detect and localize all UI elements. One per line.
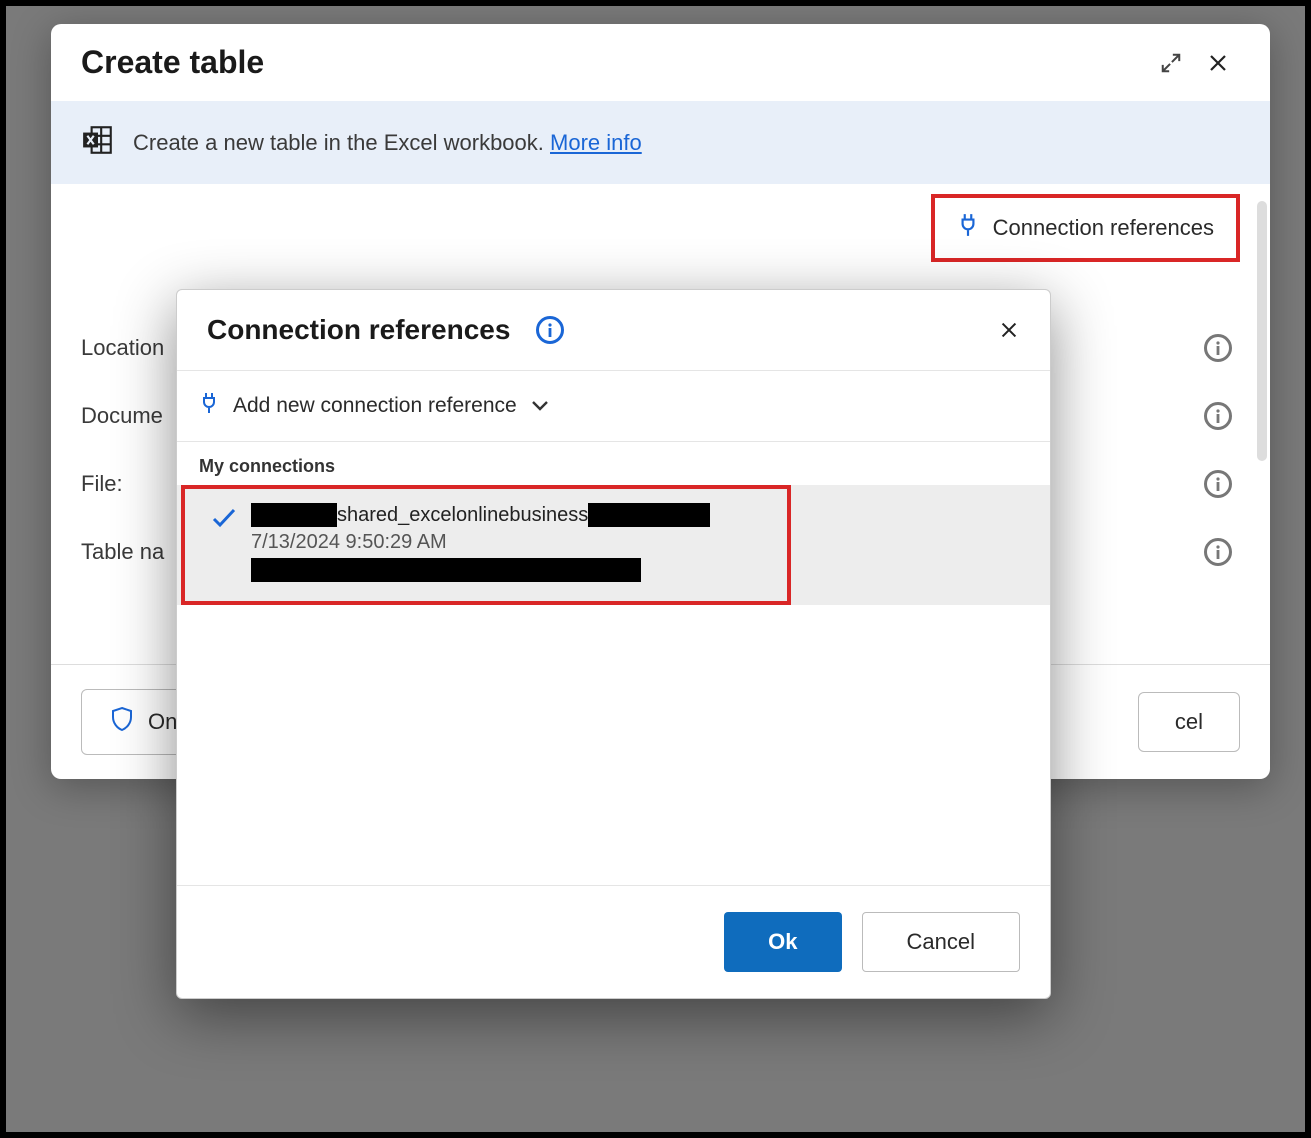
ok-button[interactable]: Ok [724, 912, 841, 972]
redacted-block [588, 503, 710, 527]
cancel-button-partial[interactable]: cel [1138, 692, 1240, 752]
popup-footer: Ok Cancel [177, 885, 1050, 998]
popup-title: Connection references [207, 314, 510, 346]
connection-name-line: shared_excelonlinebusiness [251, 503, 710, 527]
info-icon[interactable] [1204, 334, 1232, 362]
conn-ref-label: Connection references [993, 215, 1214, 241]
redacted-block [251, 558, 710, 587]
panel-title: Create table [81, 44, 264, 81]
excel-icon [81, 123, 115, 162]
my-connections-label: My connections [177, 442, 1050, 485]
plug-icon [957, 212, 979, 244]
connection-references-popup: Connection references Add new connection… [176, 289, 1051, 999]
info-banner: Create a new table in the Excel workbook… [51, 101, 1270, 184]
close-icon[interactable] [1206, 51, 1230, 75]
info-icon[interactable] [536, 316, 564, 344]
scrollbar[interactable] [1257, 201, 1267, 461]
add-conn-label: Add new connection reference [233, 394, 517, 418]
info-icon[interactable] [1204, 538, 1232, 566]
close-icon[interactable] [998, 319, 1020, 341]
connection-date: 7/13/2024 9:50:29 AM [251, 531, 710, 554]
plug-icon [199, 391, 219, 421]
chevron-down-icon [531, 394, 549, 418]
banner-text: Create a new table in the Excel workbook… [133, 130, 642, 156]
cancel-button[interactable]: Cancel [862, 912, 1020, 972]
shield-icon [110, 706, 134, 738]
info-icon[interactable] [1204, 402, 1232, 430]
check-icon [211, 507, 237, 534]
redacted-block [251, 503, 337, 527]
more-info-link[interactable]: More info [550, 130, 642, 155]
connection-references-button[interactable]: Connection references [931, 194, 1240, 262]
info-icon[interactable] [1204, 470, 1232, 498]
panel-header: Create table [51, 24, 1270, 101]
expand-icon[interactable] [1160, 52, 1182, 74]
connection-item[interactable]: shared_excelonlinebusiness 7/13/2024 9:5… [177, 485, 1050, 605]
add-connection-reference-button[interactable]: Add new connection reference [177, 371, 1050, 442]
popup-header: Connection references [177, 290, 1050, 371]
